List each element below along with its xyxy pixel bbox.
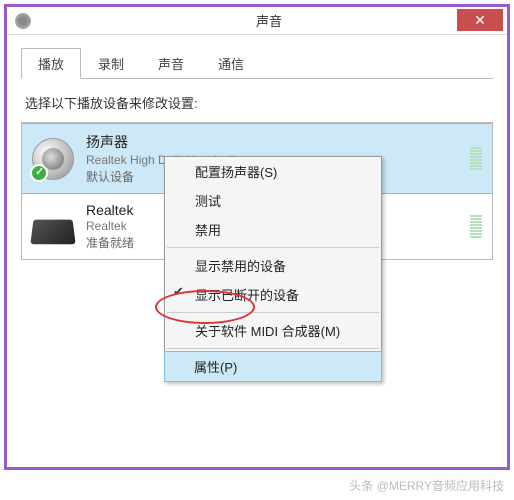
speaker-icon: [32, 138, 74, 180]
tab-playback[interactable]: 播放: [21, 48, 81, 79]
device-name: 扬声器: [86, 132, 462, 152]
menu-show-disconnected[interactable]: ✔ 显示已断开的设备: [165, 280, 381, 309]
tab-sounds[interactable]: 声音: [141, 48, 201, 79]
soundcard-icon: [30, 219, 75, 244]
window-title: 声音: [31, 11, 507, 30]
menu-separator: [167, 247, 379, 248]
watermark: 头条 @MERRY音频应用科技: [349, 477, 504, 494]
context-menu: 配置扬声器(S) 测试 禁用 显示禁用的设备 ✔ 显示已断开的设备 关于软件 M…: [164, 156, 382, 382]
menu-separator: [167, 348, 379, 349]
close-button[interactable]: ✕: [457, 9, 503, 31]
instruction-text: 选择以下播放设备来修改设置:: [25, 93, 493, 112]
menu-properties[interactable]: 属性(P): [164, 351, 382, 382]
app-icon: [15, 13, 31, 29]
menu-configure[interactable]: 配置扬声器(S): [165, 157, 381, 186]
menu-label: 显示禁用的设备: [195, 259, 286, 274]
titlebar: 声音 ✕: [7, 7, 507, 35]
menu-show-disabled[interactable]: 显示禁用的设备: [165, 251, 381, 280]
menu-disable[interactable]: 禁用: [165, 215, 381, 244]
default-check-icon: [30, 164, 48, 182]
tab-recording[interactable]: 录制: [81, 48, 141, 79]
menu-separator: [167, 312, 379, 313]
tab-communications[interactable]: 通信: [201, 48, 261, 79]
menu-test[interactable]: 测试: [165, 186, 381, 215]
level-meter: [470, 215, 482, 238]
level-meter: [470, 147, 482, 170]
check-icon: ✔: [173, 284, 184, 300]
menu-about-midi[interactable]: 关于软件 MIDI 合成器(M): [165, 316, 381, 345]
menu-label: 显示已断开的设备: [195, 288, 299, 303]
tabs: 播放 录制 声音 通信: [21, 47, 493, 79]
